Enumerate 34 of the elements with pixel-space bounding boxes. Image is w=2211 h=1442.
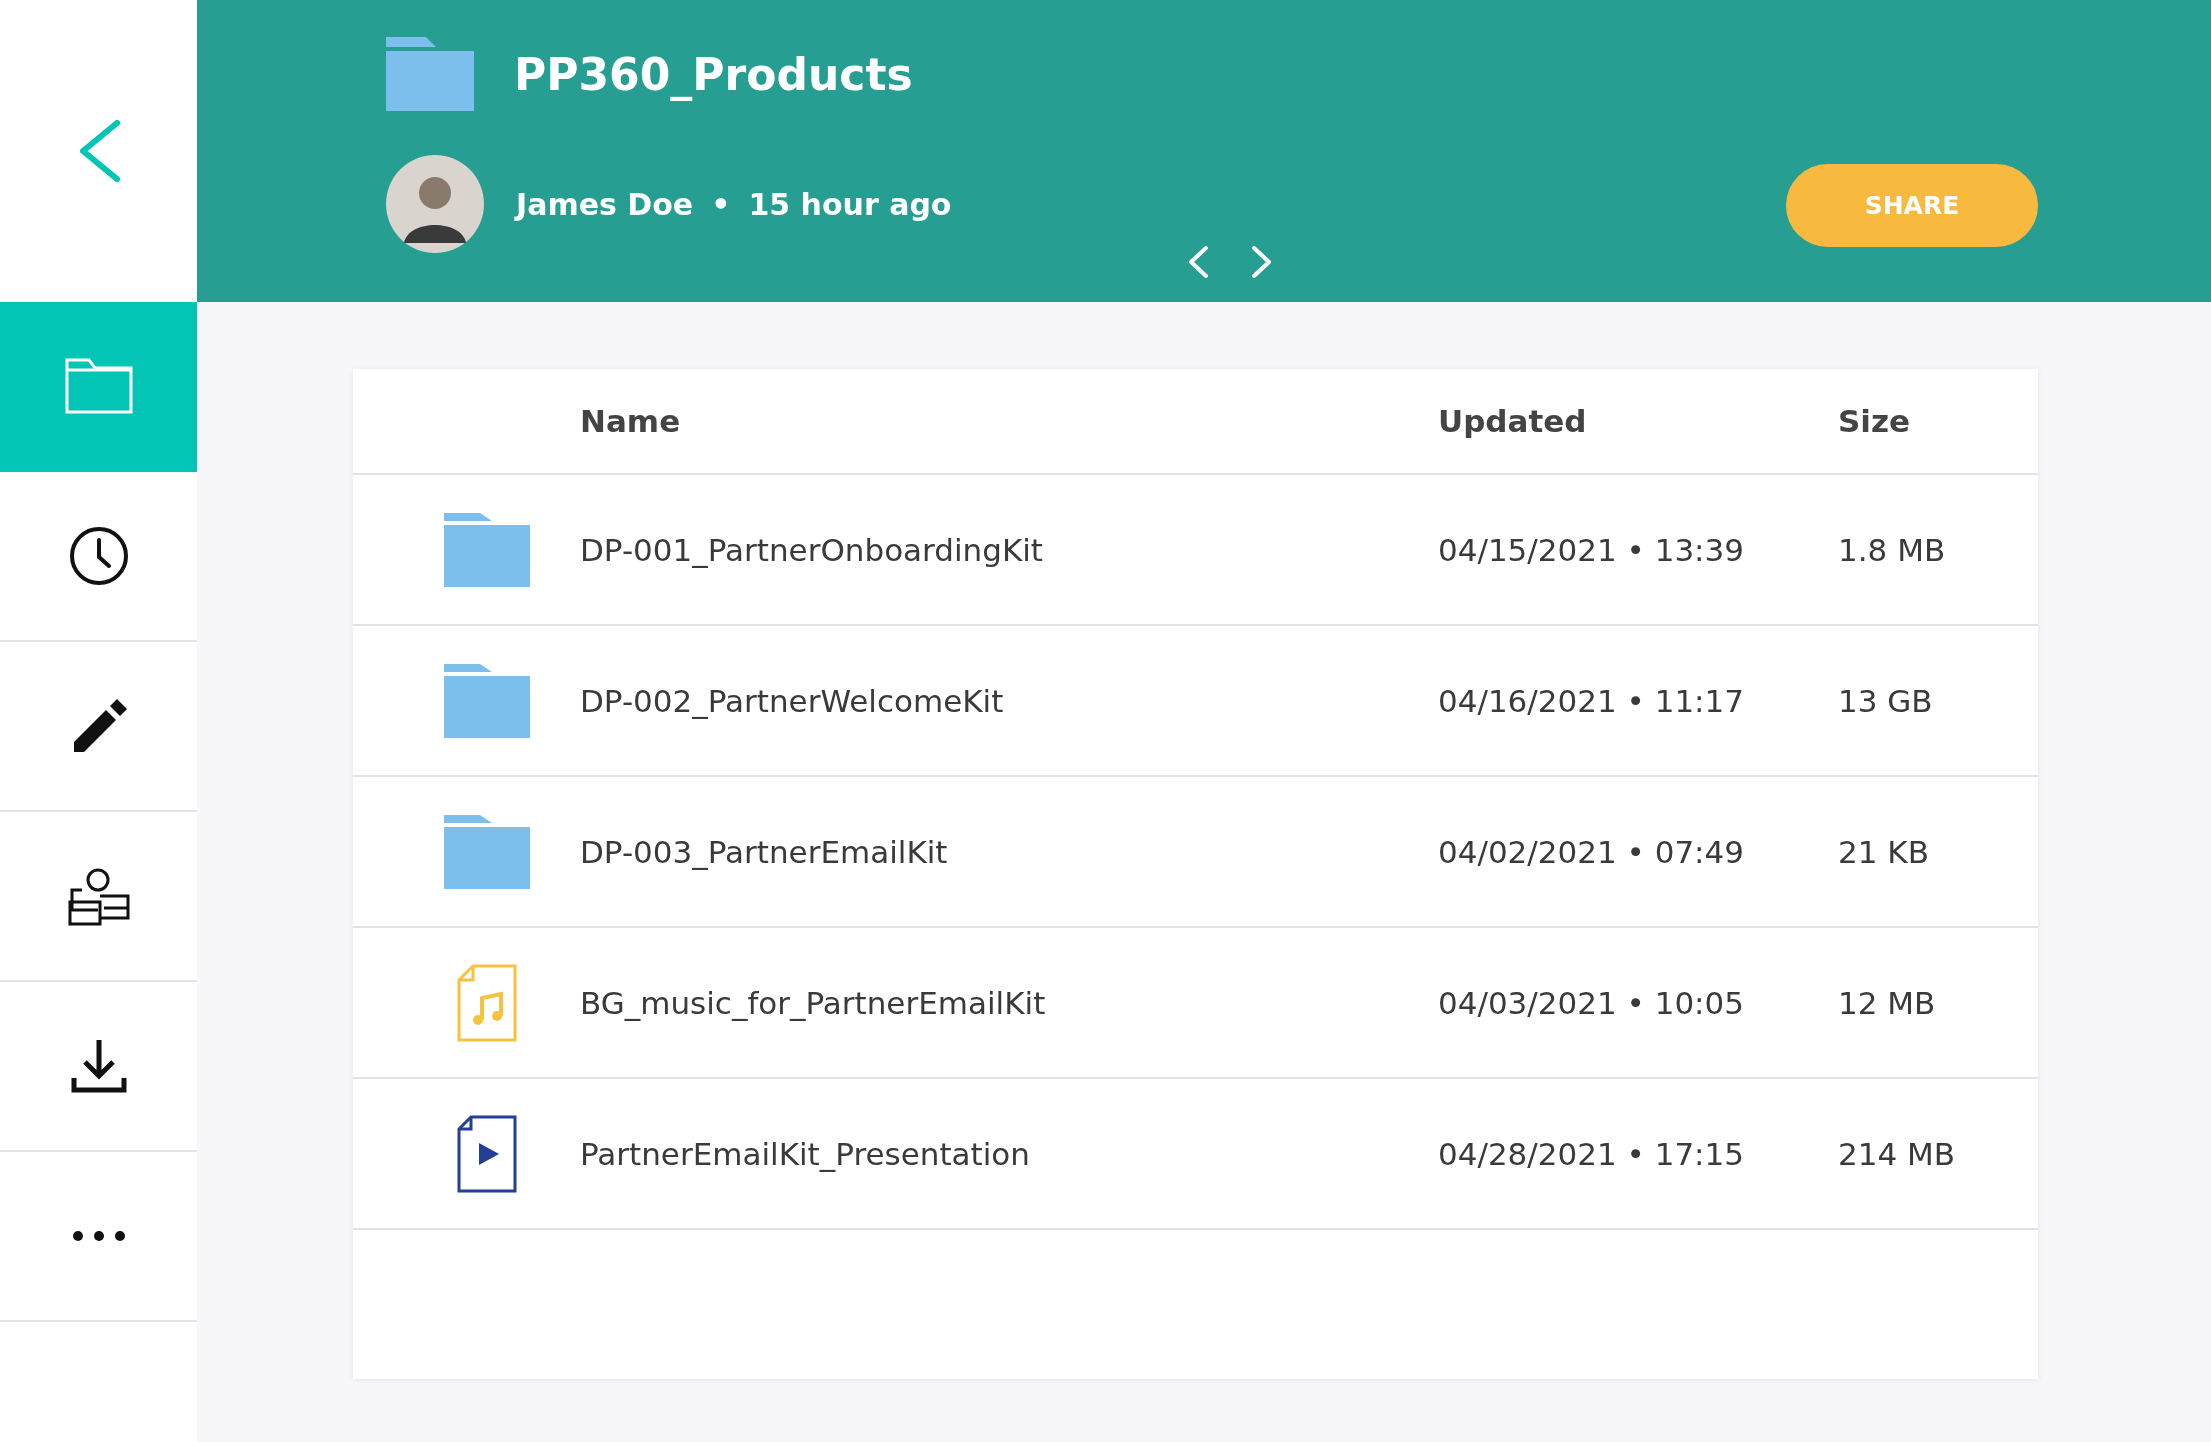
file-name[interactable]: BG_music_for_PartnerEmailKit	[580, 984, 1046, 1021]
more-icon[interactable]	[72, 1230, 125, 1242]
file-size: 214 MB	[1838, 1135, 1956, 1172]
file-size: 12 MB	[1838, 984, 1936, 1021]
column-header[interactable]: Name	[580, 403, 1438, 439]
separator-dot: •	[711, 186, 731, 222]
column-header[interactable]: Size	[1838, 403, 2038, 439]
updated-date: 04/16/2021 • 11:17	[1438, 682, 1744, 719]
file-size: 13 GB	[1838, 682, 1933, 719]
file-name[interactable]: DP-001_PartnerOnboardingKit	[580, 531, 1043, 568]
updated-date: 04/03/2021 • 10:05	[1438, 984, 1744, 1021]
folder-icon	[443, 663, 530, 738]
updated-time: 15 hour ago	[748, 186, 952, 222]
updated-date: 04/15/2021 • 13:39	[1438, 531, 1744, 568]
file-name[interactable]: DP-003_PartnerEmailKit	[580, 833, 948, 870]
updated-date: 04/28/2021 • 17:15	[1438, 1135, 1744, 1172]
folder-icon	[443, 814, 530, 889]
file-size: 21 KB	[1838, 833, 1929, 870]
folder-icon	[443, 512, 530, 587]
owner-name: James Doe	[516, 186, 694, 222]
folder-title: PP360_Products	[514, 48, 913, 100]
file-name[interactable]: PartnerEmailKit_Presentation	[580, 1135, 1030, 1172]
file-size: 1.8 MB	[1838, 531, 1946, 568]
clock-icon[interactable]	[68, 526, 129, 586]
updated-date: 04/02/2021 • 07:49	[1438, 833, 1744, 870]
folder-icon	[386, 37, 474, 111]
next-icon[interactable]	[1251, 245, 1273, 279]
file-name[interactable]: DP-002_PartnerWelcomeKit	[580, 682, 1004, 719]
music-file-icon	[456, 963, 517, 1042]
column-header[interactable]: Updated	[1438, 403, 1838, 439]
download-icon[interactable]	[70, 1038, 127, 1094]
previous-icon[interactable]	[1187, 245, 1209, 279]
people-icon[interactable]	[67, 866, 130, 926]
video-file-icon	[456, 1114, 517, 1193]
